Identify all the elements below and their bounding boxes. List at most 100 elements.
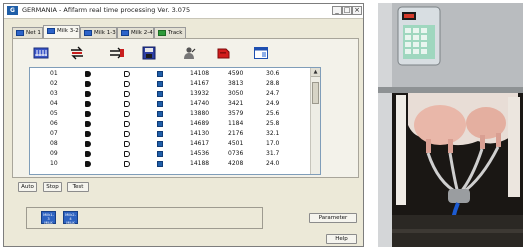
disk-status-icon: [157, 111, 163, 117]
milk-station-icon: [121, 30, 129, 36]
parameter-button[interactable]: Parameter: [309, 213, 357, 223]
tab-net1[interactable]: Net 1: [12, 27, 43, 38]
tab-track[interactable]: Track: [154, 27, 186, 38]
disk-status-icon: [157, 151, 163, 157]
milking-status-icon: [124, 101, 130, 107]
value-col-1: 14689: [190, 120, 210, 127]
stop-button[interactable]: Stop: [43, 182, 62, 192]
value-col-1: 14130: [190, 130, 210, 137]
milking-status-icon: [124, 131, 130, 137]
animal-number: 06: [50, 120, 58, 127]
animal-number: 01: [50, 70, 58, 77]
transfer-icon[interactable]: [109, 45, 125, 59]
list-item[interactable]: 07 14130 2176 32.1: [30, 129, 310, 138]
animal-list[interactable]: 01 14108 4590 30.6 02 14167 3813 28.8 03: [29, 67, 321, 175]
list-item[interactable]: 08 14617 4501 17.0: [30, 139, 310, 148]
tab-milk-3-2[interactable]: Milk 3-2: [43, 25, 80, 38]
disk-status-icon: [157, 71, 163, 77]
list-item[interactable]: 01 14108 4590 30.6: [30, 69, 310, 78]
scroll-up-icon[interactable]: ▲: [311, 68, 320, 77]
value-col-1: 14740: [190, 100, 210, 107]
auto-button[interactable]: Auto: [18, 182, 37, 192]
maximize-button[interactable]: □: [342, 6, 352, 15]
value-col-2: 2176: [228, 130, 244, 137]
tab-panel: 01 14108 4590 30.6 02 14167 3813 28.8 03: [12, 38, 359, 178]
network-icon: [16, 30, 24, 36]
tab-label: Net 1: [26, 30, 41, 36]
disk-status-icon: [157, 91, 163, 97]
milking-status-icon: [124, 121, 130, 127]
list-item[interactable]: 04 14740 3421 24.9: [30, 99, 310, 108]
value-col-3: 32.1: [266, 130, 280, 137]
cow-status-icon: [85, 101, 91, 107]
help-button[interactable]: Help: [326, 234, 357, 244]
milking-status-icon: [124, 151, 130, 157]
milking-status-icon: [124, 111, 130, 117]
minimize-button[interactable]: _: [332, 6, 342, 15]
animal-number: 08: [50, 140, 58, 147]
animal-number: 07: [50, 130, 58, 137]
value-col-3: 17.0: [266, 140, 280, 147]
window-title: GERMANIA - Afifarm real time processing …: [22, 6, 191, 14]
list-item[interactable]: 10 14188 4208 24.0: [30, 159, 310, 168]
value-col-2: 4501: [228, 140, 244, 147]
tile-label: Milk1-3: [43, 213, 54, 221]
tile-sublabel: MILK: [44, 221, 53, 225]
track-icon: [158, 30, 166, 36]
tab-milk-2-4[interactable]: Milk 2-4: [117, 27, 154, 38]
tab-label: Track: [168, 30, 183, 36]
animal-number: 02: [50, 80, 58, 87]
milk-station-icon: [84, 30, 92, 36]
list-item[interactable]: 05 13880 3579 25.6: [30, 109, 310, 118]
value-col-3: 24.0: [266, 160, 280, 167]
milking-status-icon: [124, 71, 130, 77]
disk-status-icon: [157, 121, 163, 127]
value-col-2: 3813: [228, 80, 244, 87]
close-button[interactable]: ×: [352, 6, 362, 15]
value-col-3: 24.9: [266, 100, 280, 107]
cow-status-icon: [85, 81, 91, 87]
cow-status-icon: [85, 111, 91, 117]
disk-status-icon: [157, 101, 163, 107]
test-button[interactable]: Test: [67, 182, 89, 192]
value-col-3: 30.6: [266, 70, 280, 77]
window-view-icon[interactable]: [253, 45, 269, 59]
value-col-1: 14108: [190, 70, 210, 77]
value-col-3: 25.8: [266, 120, 280, 127]
disk-status-icon: [157, 161, 163, 167]
tab-label: Milk 2-4: [131, 30, 153, 36]
value-col-3: 24.7: [266, 90, 280, 97]
animal-number: 09: [50, 150, 58, 157]
cow-status-icon: [85, 91, 91, 97]
milking-status-icon: [124, 161, 130, 167]
animal-number: 03: [50, 90, 58, 97]
scroll-thumb[interactable]: [312, 82, 319, 104]
value-col-2: 4590: [228, 70, 244, 77]
value-col-2: 1184: [228, 120, 244, 127]
disk-status-icon: [157, 141, 163, 147]
tile-sublabel: MILK: [66, 221, 75, 225]
animal-number: 05: [50, 110, 58, 117]
value-col-1: 13932: [190, 90, 210, 97]
milk-1-3-status-tile[interactable]: Milk1-3 MILK: [41, 211, 56, 225]
list-item[interactable]: 02 14167 3813 28.8: [30, 79, 310, 88]
application-window: G GERMANIA - Afifarm real time processin…: [3, 3, 364, 247]
cow-status-icon: [85, 141, 91, 147]
cow-status-icon: [85, 151, 91, 157]
title-bar[interactable]: G GERMANIA - Afifarm real time processin…: [4, 4, 363, 19]
milk-2-4-status-tile[interactable]: Milk2-4 MILK: [63, 211, 78, 225]
list-item[interactable]: 09 14536 0736 31.7: [30, 149, 310, 158]
sort-arrows-icon[interactable]: [69, 45, 85, 60]
milking-status-icon: [124, 91, 130, 97]
milk-meter-icon[interactable]: [33, 45, 49, 59]
list-scrollbar[interactable]: ▲: [310, 68, 320, 174]
list-item[interactable]: 06 14689 1184 25.8: [30, 119, 310, 128]
list-item[interactable]: 03 13932 3050 24.7: [30, 89, 310, 98]
cow-status-icon: [85, 71, 91, 77]
red-tag-icon[interactable]: [215, 45, 231, 59]
tab-milk-1-3[interactable]: Milk 1-3: [80, 27, 117, 38]
save-disk-icon[interactable]: [141, 45, 157, 60]
person-icon[interactable]: [181, 45, 197, 59]
value-col-3: 31.7: [266, 150, 280, 157]
tab-label: Milk 3-2: [57, 28, 79, 34]
